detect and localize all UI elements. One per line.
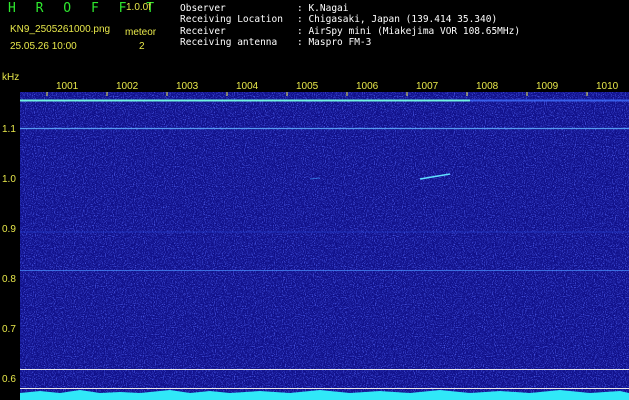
x-tick-label: 1009 bbox=[536, 81, 559, 92]
detection-mode: meteor bbox=[125, 27, 157, 38]
detection-count: 2 bbox=[139, 41, 145, 52]
spectrogram-waterfall bbox=[20, 92, 629, 400]
app-version: 1.0.0f bbox=[126, 2, 152, 13]
signal-level-bar bbox=[20, 393, 629, 400]
x-tick-label: 1008 bbox=[476, 81, 499, 92]
file-name: KN9_2505261000.png bbox=[10, 24, 111, 35]
x-tick-label: 1004 bbox=[236, 81, 259, 92]
info-row-antenna: Receiving antenna: Maspro FM-3 bbox=[180, 36, 372, 48]
capture-datetime: 25.05.26 10:00 bbox=[10, 41, 77, 52]
y-tick-label: 1.1 bbox=[2, 124, 16, 135]
info-row-observer: Observer: K.Nagai bbox=[180, 3, 349, 14]
waterfall-noise bbox=[20, 92, 629, 400]
y-axis-unit: kHz bbox=[2, 72, 20, 83]
x-tick-label: 1006 bbox=[356, 81, 379, 92]
x-tick-label: 1007 bbox=[416, 81, 439, 92]
y-tick-label: 1.0 bbox=[2, 174, 16, 185]
x-tick-label: 1005 bbox=[296, 81, 319, 92]
info-row-receiver: Receiver: AirSpy mini (Miakejima VOR 108… bbox=[180, 25, 521, 37]
y-tick-label: 0.6 bbox=[2, 374, 16, 385]
header-panel: H R O F F T 1.0.0f KN9_2505261000.png me… bbox=[0, 0, 629, 78]
x-tick-label: 1001 bbox=[56, 81, 79, 92]
y-tick-label: 0.8 bbox=[2, 274, 16, 285]
x-tick-label: 1010 bbox=[596, 81, 619, 92]
y-tick-label: 0.9 bbox=[2, 224, 16, 235]
x-tick-label: 1002 bbox=[116, 81, 139, 92]
observation-info: Observer: K.Nagai Receiving Location: Ch… bbox=[180, 3, 520, 48]
x-tick-label: 1003 bbox=[176, 81, 199, 92]
info-row-location: Receiving Location: Chigasaki, Japan (13… bbox=[180, 14, 498, 26]
y-tick-label: 0.7 bbox=[2, 324, 16, 335]
